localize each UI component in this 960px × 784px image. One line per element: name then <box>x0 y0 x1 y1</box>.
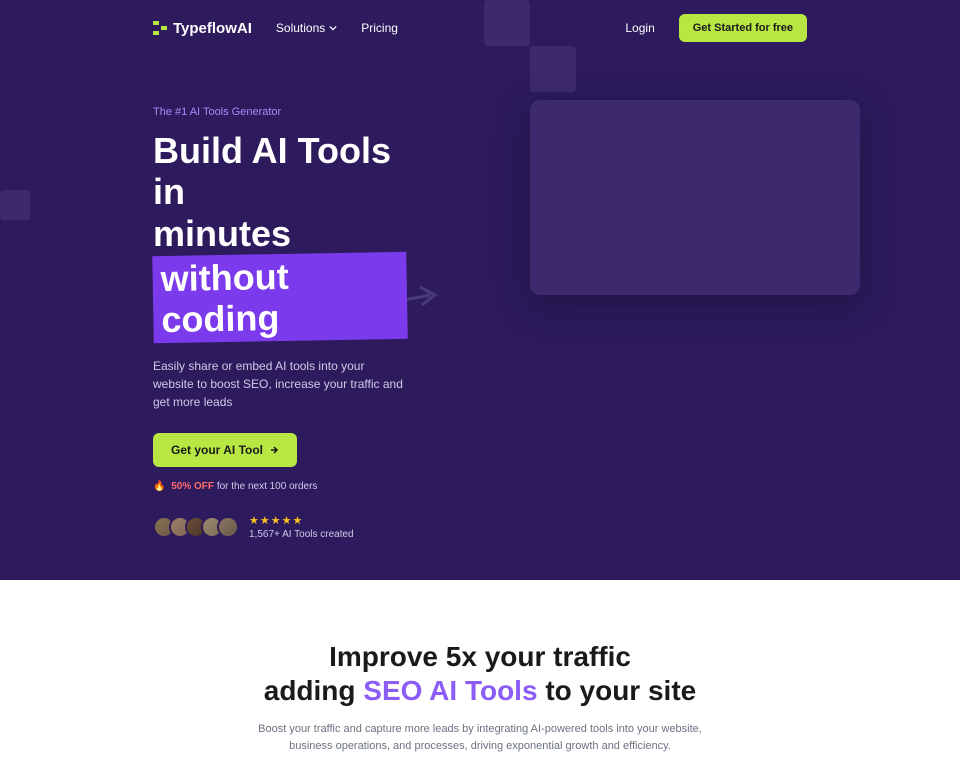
nav-cta-button[interactable]: Get Started for free <box>679 14 807 42</box>
nav-login[interactable]: Login <box>625 21 654 35</box>
offer-badge: 50% OFF <box>171 481 214 492</box>
avatar <box>217 516 239 538</box>
nav-solutions[interactable]: Solutions <box>276 21 337 35</box>
hero-content: The #1 AI Tools Generator Build AI Tools… <box>0 56 560 580</box>
chevron-down-icon <box>329 24 337 32</box>
star-rating-icon: ★★★★★ <box>249 514 354 527</box>
decoration-square <box>484 0 530 46</box>
social-proof: ★★★★★ 1,567+ AI Tools created <box>153 514 407 540</box>
hero-eyebrow: The #1 AI Tools Generator <box>153 106 407 118</box>
hero-cta-button[interactable]: Get your AI Tool <box>153 433 297 467</box>
arrow-right-icon <box>269 445 279 455</box>
brand-logo[interactable]: TypeflowAI <box>153 20 252 37</box>
brand-name: TypeflowAI <box>173 20 252 37</box>
nav-pricing[interactable]: Pricing <box>361 21 398 35</box>
preview-card <box>530 100 860 295</box>
section-title: Improve 5x your traffic adding SEO AI To… <box>20 640 940 707</box>
main-nav: TypeflowAI Solutions Pricing Login Get S… <box>0 0 960 56</box>
nav-solutions-label: Solutions <box>276 21 325 35</box>
section-subhead: Boost your traffic and capture more lead… <box>250 721 710 754</box>
hero-headline: Build AI Tools in minutes without coding <box>153 130 407 341</box>
nav-pricing-label: Pricing <box>361 21 398 35</box>
tools-count: 1,567+ AI Tools created <box>249 529 354 540</box>
hero-section: TypeflowAI Solutions Pricing Login Get S… <box>0 0 960 580</box>
social-text: ★★★★★ 1,567+ AI Tools created <box>249 514 354 540</box>
logo-icon <box>153 21 167 35</box>
hero-subhead: Easily share or embed AI tools into your… <box>153 357 407 411</box>
offer-text: 🔥 50% OFF for the next 100 orders <box>153 481 407 492</box>
traffic-section: Improve 5x your traffic adding SEO AI To… <box>0 580 960 784</box>
title-highlight: SEO AI Tools <box>363 675 537 706</box>
avatar-stack <box>153 516 239 538</box>
fire-icon: 🔥 <box>153 481 165 492</box>
headline-highlight: without coding <box>152 252 407 343</box>
